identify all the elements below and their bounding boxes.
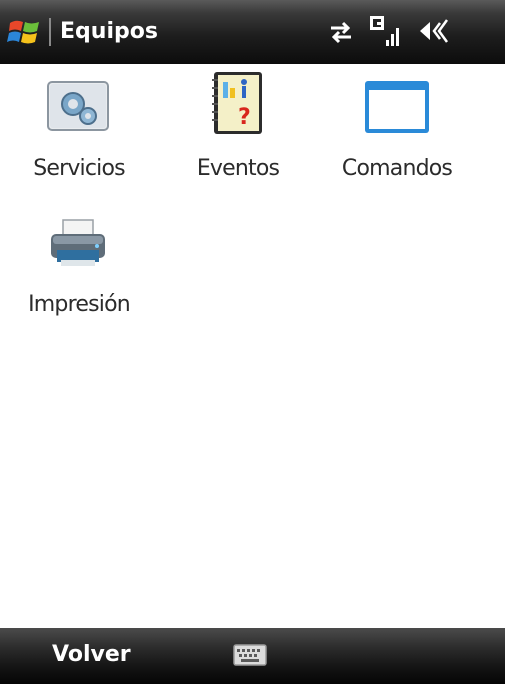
window-icon <box>365 81 429 133</box>
keyboard-icon[interactable] <box>233 643 267 667</box>
gears-icon <box>47 81 109 131</box>
title-separator <box>49 18 51 46</box>
volume-icon[interactable] <box>414 16 454 48</box>
notebook-question-icon: ? <box>212 72 262 134</box>
tile-impresion[interactable]: Impresión <box>19 212 139 332</box>
tile-servicios[interactable]: Servicios <box>19 76 139 196</box>
windows-start-icon[interactable] <box>6 14 42 50</box>
tile-label: Eventos <box>196 156 280 181</box>
title-bar: Equipos <box>0 0 505 64</box>
content-area: Servicios ? Eventos Comandos Impresión <box>0 64 505 628</box>
soft-key-bar: Volver <box>0 628 505 684</box>
app-title: Equipos <box>60 19 158 44</box>
tile-eventos[interactable]: ? Eventos <box>178 72 298 196</box>
tile-comandos[interactable]: Comandos <box>337 76 457 196</box>
printer-icon <box>51 219 105 266</box>
svg-text:?: ? <box>238 105 251 130</box>
signal-g-icon[interactable] <box>368 14 408 50</box>
tile-label: Servicios <box>33 156 125 181</box>
tile-label: Comandos <box>341 156 453 181</box>
tile-label: Impresión <box>28 292 131 317</box>
data-sync-icon[interactable] <box>326 17 356 47</box>
back-soft-key[interactable]: Volver <box>52 642 131 668</box>
